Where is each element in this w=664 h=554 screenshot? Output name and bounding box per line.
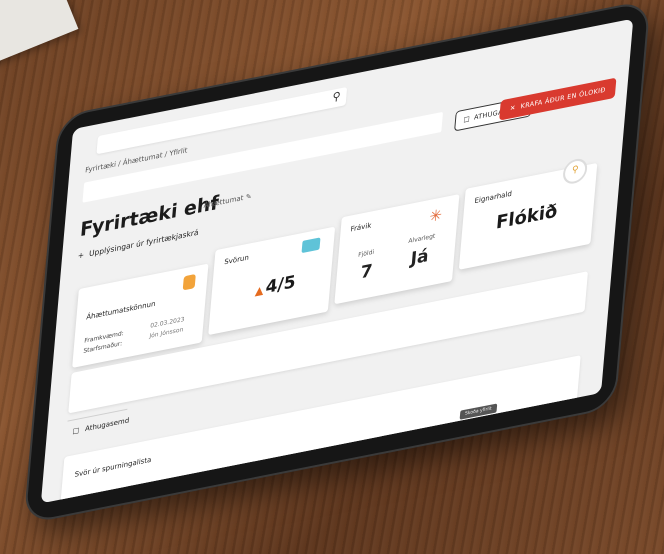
staff-score: ▲4/5	[254, 272, 297, 300]
plus-icon: +	[77, 250, 85, 261]
search-icon[interactable]: ⚲	[332, 89, 341, 104]
answers-label: Svör úr spurningalista	[74, 455, 152, 479]
edit-icon[interactable]: ✎	[245, 192, 252, 201]
sparkle-icon: ✳	[428, 205, 443, 227]
risk-card-label: Áhættumatskönnun	[85, 299, 156, 322]
chart-icon	[301, 237, 321, 254]
deviation-card-label: Frávik	[350, 221, 372, 234]
comment-icon: □	[72, 426, 80, 436]
comment-section-label: Athugasemd	[84, 416, 130, 434]
document-icon	[182, 273, 196, 291]
ownership-card[interactable]: ⚲ Eignarhald Flókið	[458, 156, 598, 270]
deviation-severity: Já	[409, 245, 430, 270]
danger-button[interactable]: ✕ KRAFA ÁÐUR EN ÓLOKIÐ	[499, 77, 617, 121]
ownership-card-label: Eignarhald	[474, 189, 513, 206]
staff-card-label: Svörun	[223, 253, 250, 267]
comment-section[interactable]: □ Athugasemd	[72, 416, 129, 435]
deviation-severity-label: Alvarlegt	[408, 232, 436, 246]
deviation-count-label: Fjöldi	[357, 248, 375, 259]
comment-icon: □	[463, 114, 471, 124]
ownership-value: Flókið	[495, 200, 559, 234]
staff-card[interactable]: Svörun ▲4/5	[208, 226, 336, 336]
triangle-up-icon: ▲	[254, 283, 265, 299]
deviation-card[interactable]: ✳ Frávik Fjöldi Alvarlegt 7 Já	[334, 194, 460, 305]
close-icon: ✕	[509, 103, 516, 113]
deviation-count: 7	[359, 260, 374, 284]
magnifier-icon: ⚲	[562, 156, 589, 186]
staff-score-value: 4/5	[264, 272, 297, 299]
danger-button-label: KRAFA ÁÐUR EN ÓLOKIÐ	[520, 85, 606, 111]
